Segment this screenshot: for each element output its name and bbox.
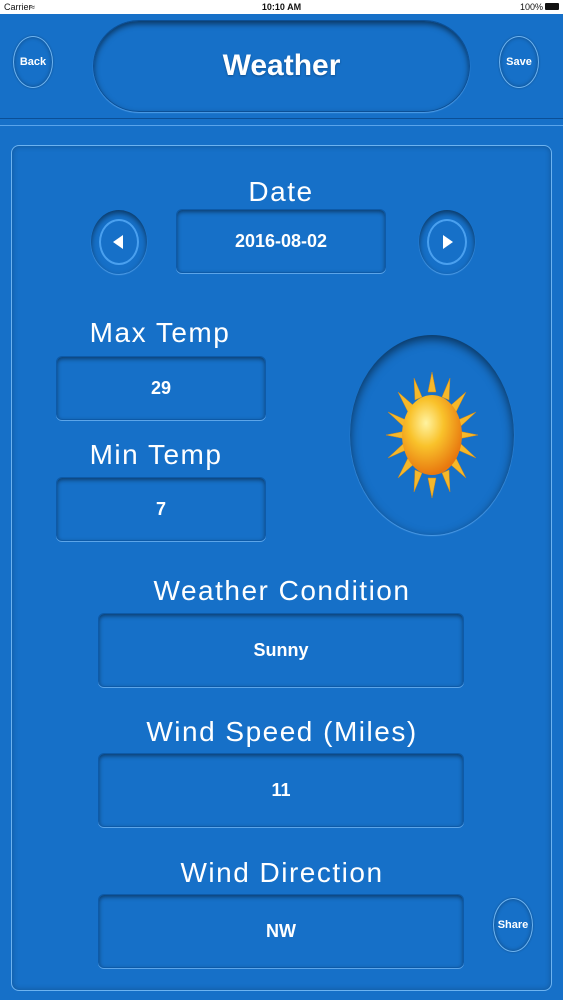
wind-direction-label: Wind Direction bbox=[180, 857, 384, 888]
header-divider bbox=[0, 118, 563, 126]
date-field[interactable]: 2016-08-02 bbox=[176, 209, 386, 273]
save-button[interactable]: Save bbox=[499, 36, 539, 88]
weather-icon-button[interactable] bbox=[350, 335, 514, 535]
battery-icon bbox=[545, 3, 559, 10]
arrow-left-icon bbox=[113, 235, 123, 249]
max-temp-field[interactable]: 29 bbox=[56, 356, 266, 420]
wind-direction-field[interactable]: NW bbox=[98, 894, 464, 968]
page-title: Weather bbox=[222, 49, 341, 82]
min-temp-label: Min Temp bbox=[89, 439, 223, 470]
previous-date-button[interactable] bbox=[91, 210, 147, 274]
max-temp-label: Max Temp bbox=[89, 317, 231, 348]
status-time: 10:10 AM bbox=[261, 2, 302, 12]
weather-condition-field[interactable]: Sunny bbox=[98, 613, 464, 687]
weather-condition-label: Weather Condition bbox=[153, 575, 411, 606]
arrow-right-icon bbox=[443, 235, 453, 249]
date-label: Date bbox=[248, 176, 314, 207]
title-pill: Weather bbox=[93, 20, 470, 112]
min-temp-field[interactable]: 7 bbox=[56, 477, 266, 541]
status-bar: Carrier ≈ 10:10 AM 100% bbox=[0, 0, 563, 14]
sun-icon bbox=[385, 371, 479, 499]
battery-percent: 100% bbox=[519, 2, 543, 12]
back-button[interactable]: Back bbox=[13, 36, 53, 88]
wind-speed-label: Wind Speed (Miles) bbox=[146, 716, 418, 747]
next-date-button[interactable] bbox=[419, 210, 475, 274]
wind-speed-field[interactable]: 11 bbox=[98, 753, 464, 827]
share-button[interactable]: Share bbox=[493, 898, 533, 952]
